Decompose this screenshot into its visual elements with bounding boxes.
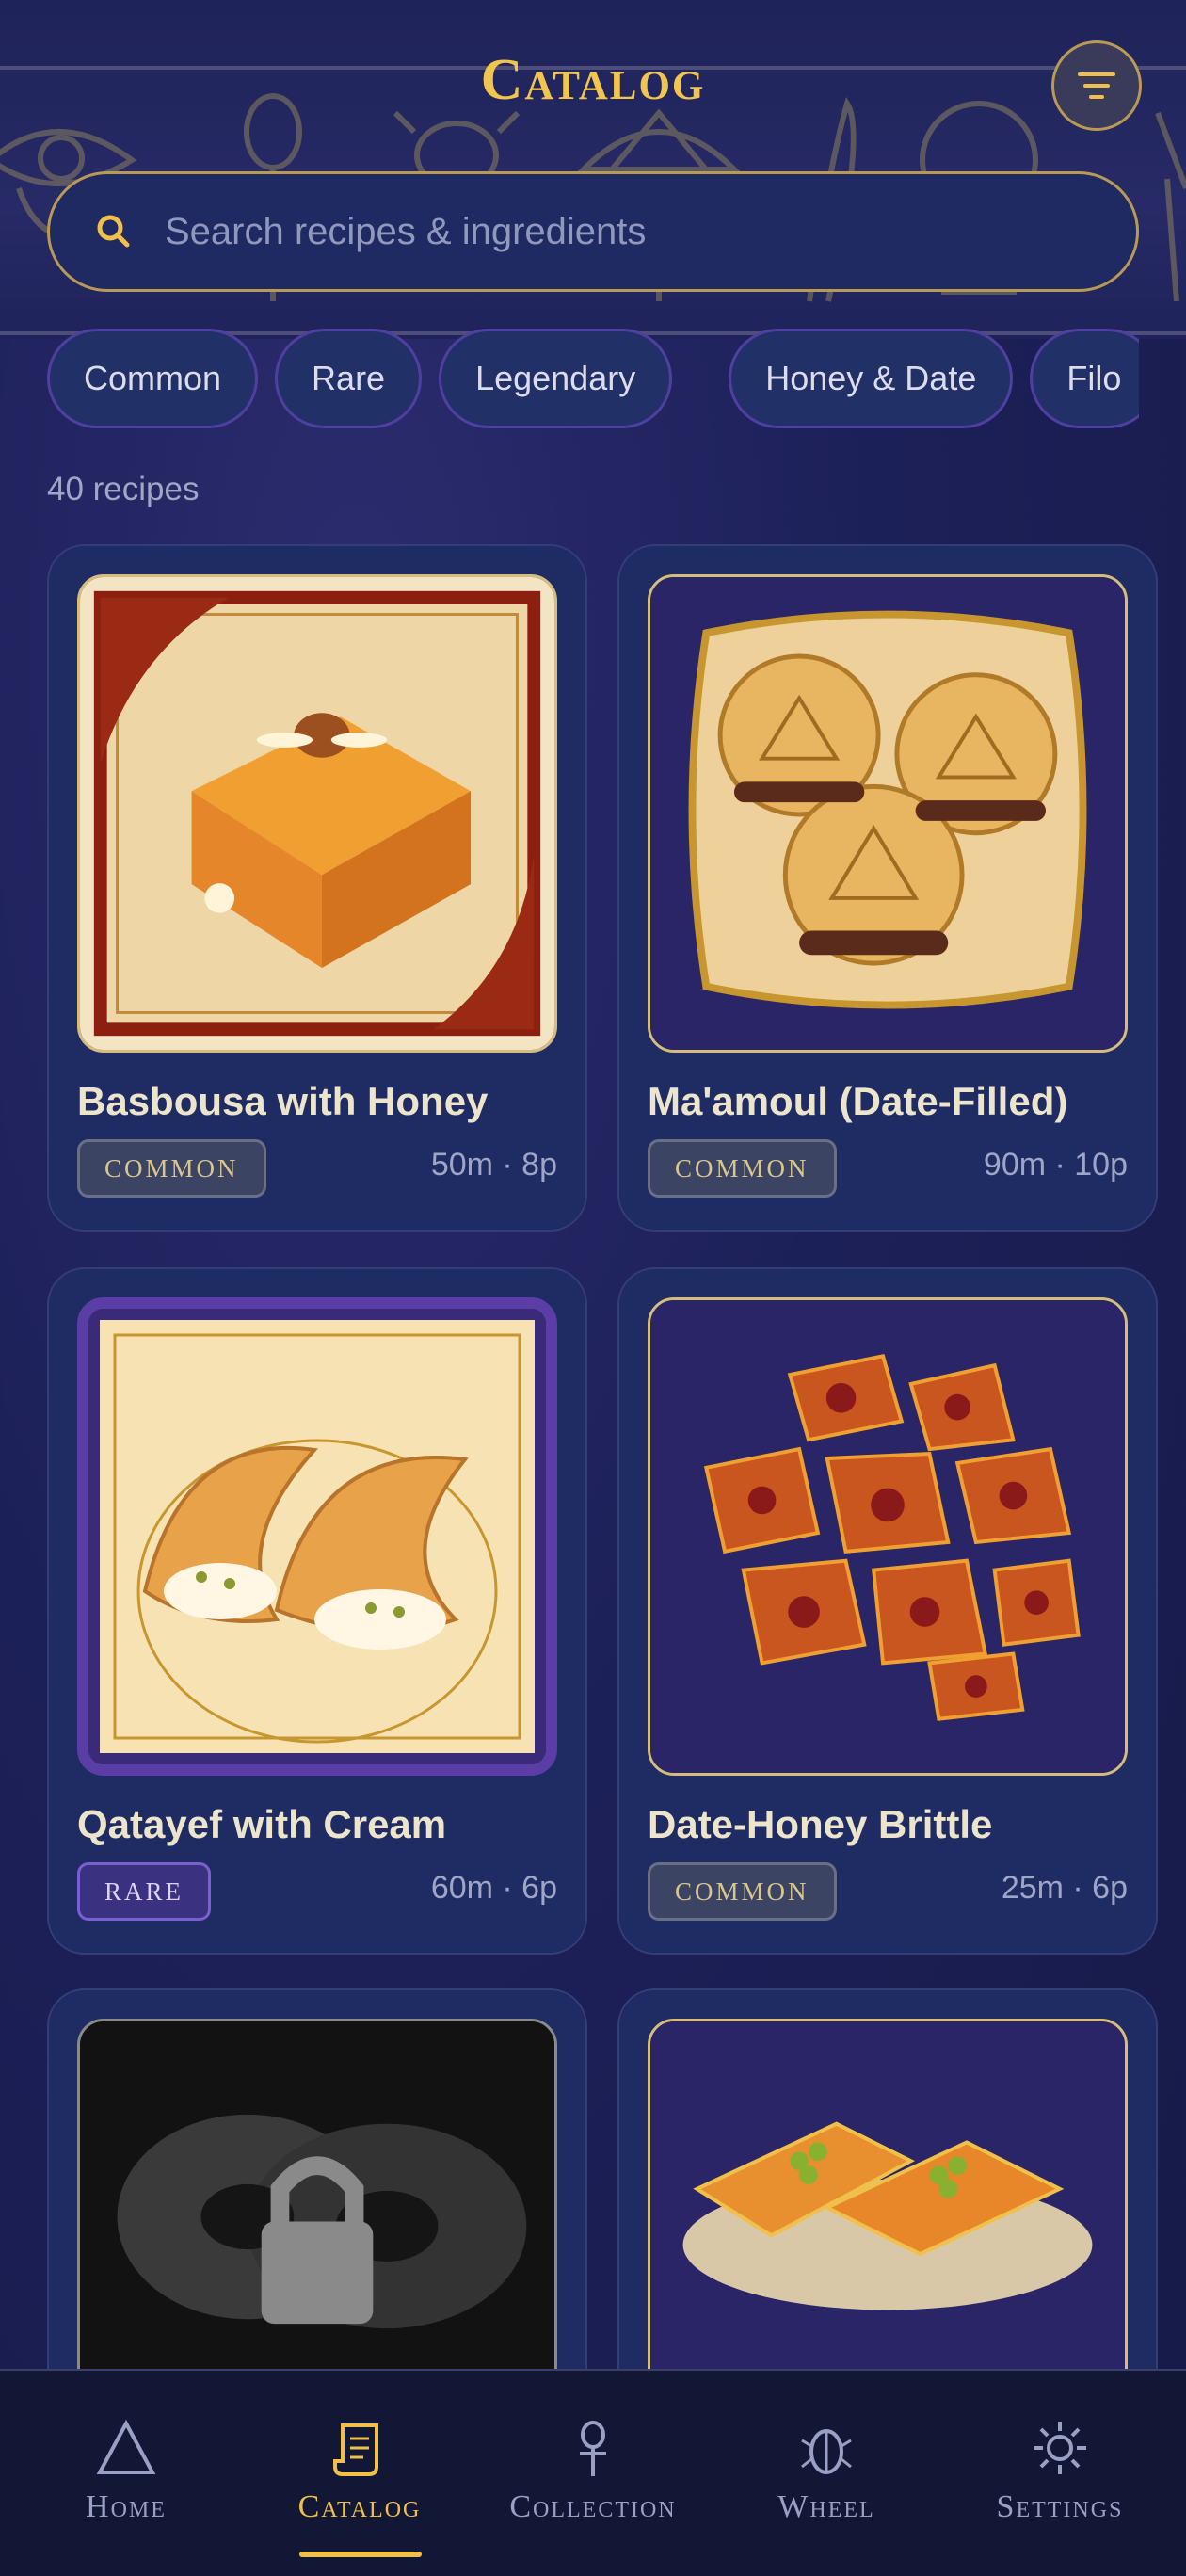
bottom-nav: Home Catalog Collection Wheel Settings [0,2369,1186,2576]
recipe-meta: 60m · 6p [430,1870,557,1906]
chip-legendary[interactable]: Legendary [439,329,673,428]
filter-chips: Common Rare Legendary Honey & Date Filo [47,329,1139,428]
search-bar[interactable] [47,171,1139,292]
rarity-badge: COMMON [648,1862,837,1921]
nav-label: Wheel [777,2489,875,2524]
pyramid-icon [96,2419,156,2474]
recipe-image-basbousa [77,574,557,1053]
search-icon [97,215,130,248]
chip-honey-date[interactable]: Honey & Date [729,329,1014,428]
recipe-meta: 50m · 8p [430,1147,557,1183]
nav-home[interactable]: Home [8,2371,245,2576]
recipe-card[interactable]: Qatayef with Cream RARE 60m · 6p [47,1267,587,1955]
nav-wheel[interactable]: Wheel [708,2371,945,2576]
page-title: Catalog [480,48,706,112]
rarity-badge: RARE [77,1862,212,1921]
nav-label: Collection [509,2489,677,2524]
active-tab-indicator [299,2552,422,2557]
recipe-image-maamoul [648,574,1128,1053]
ankh-icon [580,2421,606,2476]
scroll-icon [333,2423,378,2476]
chip-rare[interactable]: Rare [275,329,423,428]
nav-collection[interactable]: Collection [474,2371,712,2576]
chip-common[interactable]: Common [47,329,259,428]
chip-filo[interactable]: Filo [1030,329,1139,428]
recipe-name: Basbousa with Honey [77,1079,489,1123]
recipe-name: Date-Honey Brittle [648,1802,993,1846]
filter-button[interactable] [1051,40,1142,131]
recipe-card[interactable]: Basbousa with Honey COMMON 50m · 8p [47,544,587,1232]
search-input[interactable] [165,210,1136,253]
nav-settings[interactable]: Settings [941,2371,1178,2576]
recipe-card[interactable]: Date-Honey Brittle COMMON 25m · 6p [617,1267,1158,1955]
scarab-icon [801,2429,852,2474]
recipe-count: 40 recipes [47,471,200,507]
header: Catalog [0,0,1186,339]
nav-label: Home [86,2489,167,2524]
nav-label: Settings [996,2489,1124,2524]
nav-catalog[interactable]: Catalog [241,2371,478,2576]
recipe-meta: 25m · 6p [1001,1870,1128,1906]
recipe-name: Qatayef with Cream [77,1802,447,1846]
recipe-name: Ma'amoul (Date-Filled) [648,1079,1068,1123]
rarity-badge: COMMON [77,1139,266,1198]
rarity-badge: COMMON [648,1139,837,1198]
recipe-image-qatayef [77,1297,557,1776]
filter-icon [1078,72,1115,99]
recipe-image-date-honey-brittle [648,1297,1128,1776]
recipe-meta: 90m · 10p [983,1147,1128,1183]
recipe-card[interactable]: Ma'amoul (Date-Filled) COMMON 90m · 10p [617,544,1158,1232]
nav-label: Catalog [297,2489,422,2524]
sun-gear-icon [1034,2422,1086,2474]
